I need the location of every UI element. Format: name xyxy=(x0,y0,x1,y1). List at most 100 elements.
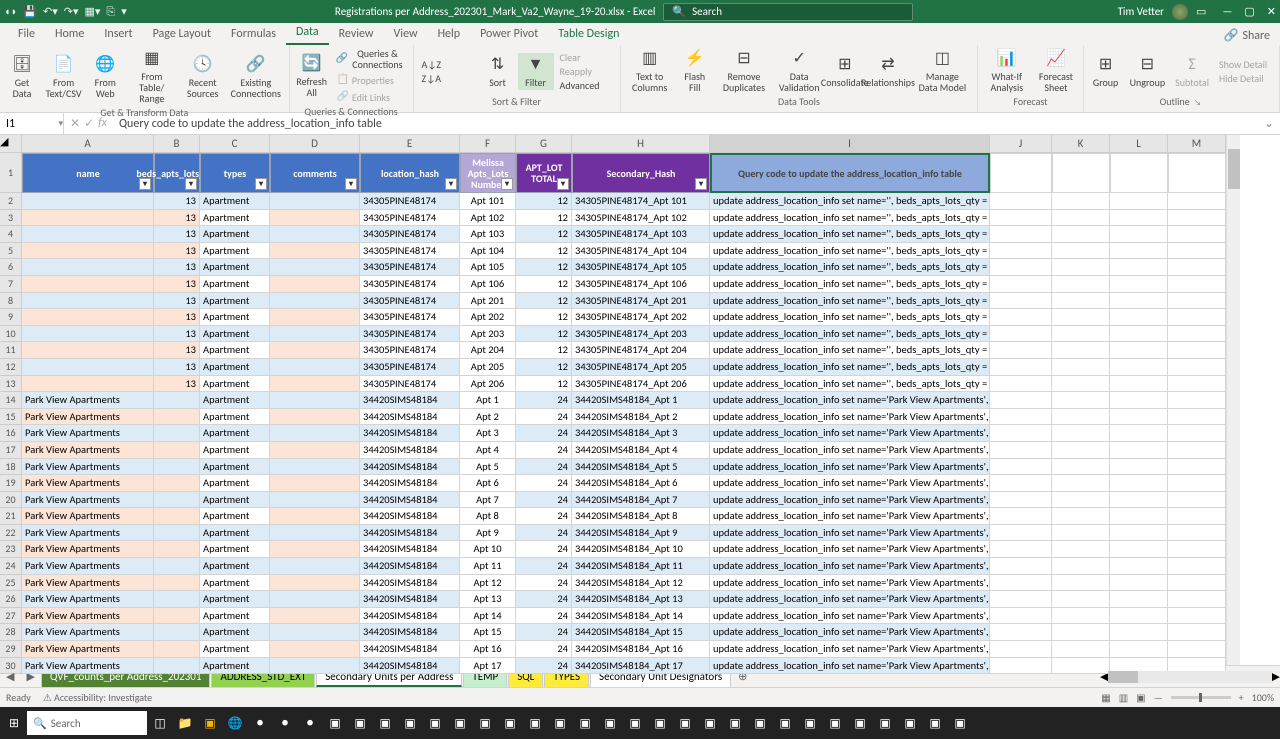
maximize-icon[interactable]: ▢ xyxy=(1244,5,1254,18)
row-header-2[interactable]: 2 xyxy=(0,193,22,210)
cell-M12[interactable] xyxy=(1168,359,1226,376)
cell-C26[interactable]: Apartment xyxy=(200,591,270,608)
cell-F17[interactable]: Apt 4 xyxy=(460,442,516,459)
cell-E21[interactable]: 34420SIMS48184 xyxy=(360,508,460,525)
cell-L6[interactable] xyxy=(1110,259,1168,276)
table-header-H[interactable]: Secondary_Hash▾ xyxy=(572,153,710,193)
cell-C2[interactable]: Apartment xyxy=(200,193,270,210)
table-row[interactable]: 13Apartment34305PINE48174Apt 1051234305P… xyxy=(22,259,1226,276)
cell-A10[interactable] xyxy=(22,326,154,343)
table-header-F[interactable]: Melissa Apts_Lots Number▾ xyxy=(460,153,516,193)
cell-B24[interactable] xyxy=(154,558,200,575)
cell-M3[interactable] xyxy=(1168,210,1226,227)
table-row[interactable]: 13Apartment34305PINE48174Apt 1041234305P… xyxy=(22,243,1226,260)
cell-I26[interactable]: update address_location_info set name='P… xyxy=(710,591,990,608)
cell-B2[interactable]: 13 xyxy=(154,193,200,210)
cell-D26[interactable] xyxy=(270,591,360,608)
row-header-23[interactable]: 23 xyxy=(0,541,22,558)
cell-B27[interactable] xyxy=(154,608,200,625)
cell-L5[interactable] xyxy=(1110,243,1168,260)
cell-E14[interactable]: 34420SIMS48184 xyxy=(360,392,460,409)
row-header-7[interactable]: 7 xyxy=(0,276,22,293)
vertical-scrollbar[interactable] xyxy=(1226,135,1240,665)
cell-B23[interactable] xyxy=(154,541,200,558)
app-icon23[interactable]: ▣ xyxy=(773,711,797,735)
cell-G16[interactable]: 24 xyxy=(516,425,572,442)
cell-D17[interactable] xyxy=(270,442,360,459)
search-box[interactable]: 🔍 Search xyxy=(663,3,913,21)
cell-L12[interactable] xyxy=(1110,359,1168,376)
cell-M4[interactable] xyxy=(1168,226,1226,243)
app-icon26[interactable]: ▣ xyxy=(848,711,872,735)
table-row[interactable]: 13Apartment34305PINE48174Apt 1031234305P… xyxy=(22,226,1226,243)
cell-K5[interactable] xyxy=(1052,243,1110,260)
zoom-in-icon[interactable]: + xyxy=(1239,691,1244,704)
cell-B20[interactable] xyxy=(154,492,200,509)
table-row[interactable]: 13Apartment34305PINE48174Apt 2031234305P… xyxy=(22,326,1226,343)
cell-K29[interactable] xyxy=(1052,641,1110,658)
row-header-4[interactable]: 4 xyxy=(0,226,22,243)
cell-I28[interactable]: update address_location_info set name='P… xyxy=(710,624,990,641)
cell-A5[interactable] xyxy=(22,243,154,260)
cell-M25[interactable] xyxy=(1168,575,1226,592)
cell-G7[interactable]: 12 xyxy=(516,276,572,293)
filter-dropdown-G[interactable]: ▾ xyxy=(557,178,569,190)
cell-I6[interactable]: update address_location_info set name=''… xyxy=(710,259,990,276)
cell-D29[interactable] xyxy=(270,641,360,658)
cell-J11[interactable] xyxy=(990,342,1052,359)
cell-K13[interactable] xyxy=(1052,376,1110,393)
cell-G20[interactable]: 24 xyxy=(516,492,572,509)
cell-B17[interactable] xyxy=(154,442,200,459)
cell-M2[interactable] xyxy=(1168,193,1226,210)
cell-A18[interactable]: Park View Apartments xyxy=(22,459,154,476)
cell-D9[interactable] xyxy=(270,309,360,326)
cell-H30[interactable]: 34420SIMS48184_Apt 17 xyxy=(572,658,710,675)
table-row[interactable]: 13Apartment34305PINE48174Apt 2021234305P… xyxy=(22,309,1226,326)
cell-M18[interactable] xyxy=(1168,459,1226,476)
cell-M23[interactable] xyxy=(1168,541,1226,558)
cell-J6[interactable] xyxy=(990,259,1052,276)
cell-L14[interactable] xyxy=(1110,392,1168,409)
col-header-D[interactable]: D xyxy=(270,135,360,153)
cell-I30[interactable]: update address_location_info set name='P… xyxy=(710,658,990,675)
table-header-I[interactable]: Query code to update the address_locatio… xyxy=(710,153,990,193)
cell-B4[interactable]: 13 xyxy=(154,226,200,243)
filter-dropdown-F[interactable]: ▾ xyxy=(501,178,513,190)
cell-J3[interactable] xyxy=(990,210,1052,227)
cell-B28[interactable] xyxy=(154,624,200,641)
cell-C18[interactable]: Apartment xyxy=(200,459,270,476)
table-row[interactable]: Park View ApartmentsApartment34420SIMS48… xyxy=(22,392,1226,409)
undo-icon[interactable]: ↶▾ xyxy=(43,5,58,18)
cell-B19[interactable] xyxy=(154,475,200,492)
cell-M6[interactable] xyxy=(1168,259,1226,276)
cell-G18[interactable]: 24 xyxy=(516,459,572,476)
cell-A21[interactable]: Park View Apartments xyxy=(22,508,154,525)
table-row[interactable]: Park View ApartmentsApartment34420SIMS48… xyxy=(22,425,1226,442)
cell-C15[interactable]: Apartment xyxy=(200,409,270,426)
cell-B8[interactable]: 13 xyxy=(154,293,200,310)
table-row[interactable]: Park View ApartmentsApartment34420SIMS48… xyxy=(22,575,1226,592)
cell-J25[interactable] xyxy=(990,575,1052,592)
cell-D12[interactable] xyxy=(270,359,360,376)
cell-G3[interactable]: 12 xyxy=(516,210,572,227)
cell-K3[interactable] xyxy=(1052,210,1110,227)
cell-M9[interactable] xyxy=(1168,309,1226,326)
cell-H11[interactable]: 34305PINE48174_Apt 204 xyxy=(572,342,710,359)
app-icon29[interactable]: ▣ xyxy=(923,711,947,735)
cell-C27[interactable]: Apartment xyxy=(200,608,270,625)
cell-F12[interactable]: Apt 205 xyxy=(460,359,516,376)
cell-L16[interactable] xyxy=(1110,425,1168,442)
row-header-20[interactable]: 20 xyxy=(0,492,22,509)
cell-J16[interactable] xyxy=(990,425,1052,442)
cell-E15[interactable]: 34420SIMS48184 xyxy=(360,409,460,426)
tab-powerpivot[interactable]: Power Pivot xyxy=(470,23,548,45)
cell-F2[interactable]: Apt 101 xyxy=(460,193,516,210)
table-header-D[interactable]: comments▾ xyxy=(270,153,360,193)
cell-C21[interactable]: Apartment xyxy=(200,508,270,525)
table-header-A[interactable]: name▾ xyxy=(22,153,154,193)
cell-B16[interactable] xyxy=(154,425,200,442)
properties-button[interactable]: 📋Properties xyxy=(332,72,409,88)
cell-B15[interactable] xyxy=(154,409,200,426)
cell-G19[interactable]: 24 xyxy=(516,475,572,492)
table-header-C[interactable]: types▾ xyxy=(200,153,270,193)
